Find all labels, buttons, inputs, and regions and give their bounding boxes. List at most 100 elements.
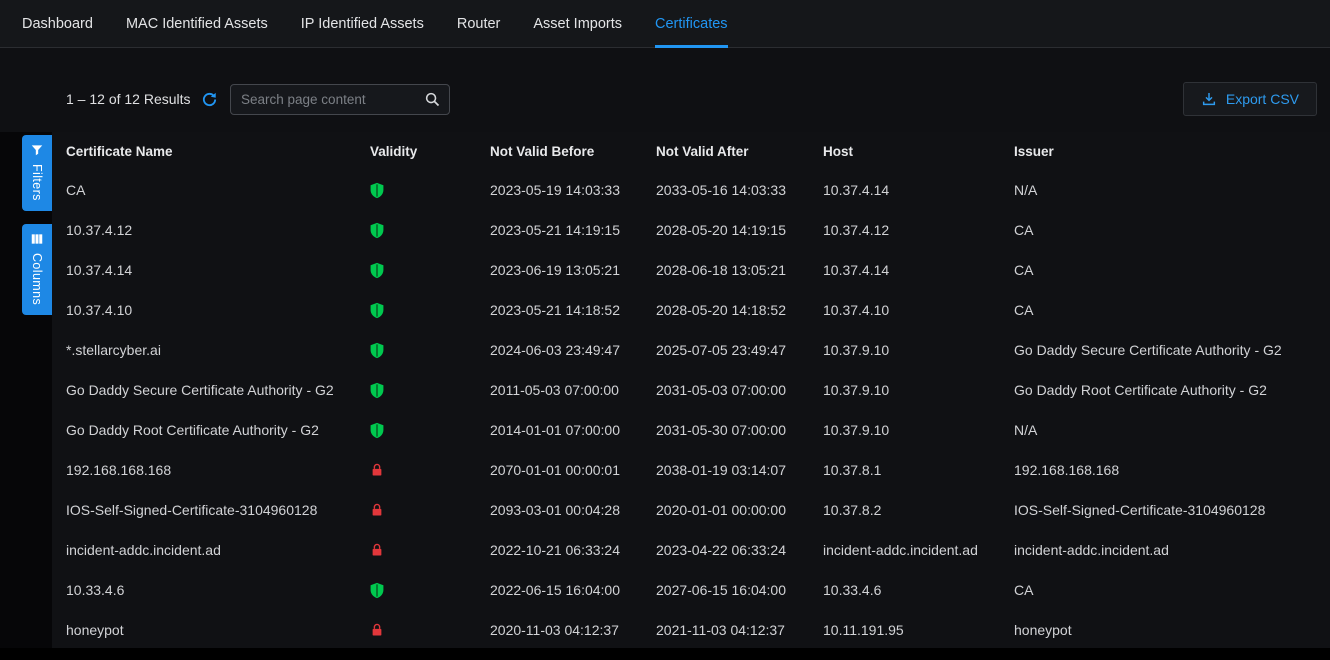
tab-asset-imports[interactable]: Asset Imports xyxy=(533,0,622,48)
host-cell: 10.37.4.14 xyxy=(823,182,1014,198)
column-header-issuer: Issuer xyxy=(1014,144,1330,159)
table-row[interactable]: 10.37.4.14 2023-06-19 13:05:212028-06-18 … xyxy=(52,250,1330,290)
filters-tab[interactable]: Filters xyxy=(22,135,52,211)
column-header-not-valid-after: Not Valid After xyxy=(656,144,823,159)
column-header-certificate-name: Certificate Name xyxy=(66,144,370,159)
column-header-validity: Validity xyxy=(370,144,490,159)
valid-shield-icon xyxy=(370,182,490,199)
column-header-host: Host xyxy=(823,144,1014,159)
export-csv-button[interactable]: Export CSV xyxy=(1183,82,1317,116)
tab-router[interactable]: Router xyxy=(457,0,501,48)
table-row[interactable]: IOS-Self-Signed-Certificate-3104960128 20… xyxy=(52,490,1330,530)
invalid-lock-icon xyxy=(370,502,490,518)
not-valid-after-cell: 2023-04-22 06:33:24 xyxy=(656,542,823,558)
issuer-cell: N/A xyxy=(1014,422,1330,438)
bottom-bar xyxy=(0,648,1330,660)
table-row[interactable]: *.stellarcyber.ai 2024-06-03 23:49:472025… xyxy=(52,330,1330,370)
not-valid-after-cell: 2028-06-18 13:05:21 xyxy=(656,262,823,278)
issuer-cell: CA xyxy=(1014,582,1330,598)
invalid-lock-icon xyxy=(370,622,490,638)
not-valid-before-cell: 2023-05-19 14:03:33 xyxy=(490,182,656,198)
not-valid-after-cell: 2033-05-16 14:03:33 xyxy=(656,182,823,198)
issuer-cell: Go Daddy Root Certificate Authority - G2 xyxy=(1014,382,1330,398)
host-cell: 10.37.8.2 xyxy=(823,502,1014,518)
not-valid-after-cell: 2021-11-03 04:12:37 xyxy=(656,622,823,638)
issuer-cell: 192.168.168.168 xyxy=(1014,462,1330,478)
refresh-icon[interactable] xyxy=(201,90,219,108)
host-cell: incident-addc.incident.ad xyxy=(823,542,1014,558)
certificates-table: Certificate Name Validity Not Valid Befo… xyxy=(52,132,1330,648)
issuer-cell: CA xyxy=(1014,302,1330,318)
issuer-cell: CA xyxy=(1014,222,1330,238)
not-valid-before-cell: 2023-05-21 14:19:15 xyxy=(490,222,656,238)
results-count: 1 – 12 of 12 Results xyxy=(66,91,191,107)
table-row[interactable]: Go Daddy Root Certificate Authority - G2… xyxy=(52,410,1330,450)
certificate-name-cell: 10.37.4.14 xyxy=(66,262,370,278)
certificate-name-cell: IOS-Self-Signed-Certificate-3104960128 xyxy=(66,502,370,518)
host-cell: 10.33.4.6 xyxy=(823,582,1014,598)
table-row[interactable]: 10.33.4.6 2022-06-15 16:04:002027-06-15 1… xyxy=(52,570,1330,610)
not-valid-before-cell: 2022-10-21 06:33:24 xyxy=(490,542,656,558)
not-valid-before-cell: 2023-06-19 13:05:21 xyxy=(490,262,656,278)
issuer-cell: incident-addc.incident.ad xyxy=(1014,542,1330,558)
certificate-name-cell: *.stellarcyber.ai xyxy=(66,342,370,358)
table-row[interactable]: 192.168.168.168 2070-01-01 00:00:012038-0… xyxy=(52,450,1330,490)
tab-mac-identified-assets[interactable]: MAC Identified Assets xyxy=(126,0,268,48)
search-input[interactable] xyxy=(230,84,450,115)
export-csv-label: Export CSV xyxy=(1226,91,1299,107)
certificate-name-cell: CA xyxy=(66,182,370,198)
issuer-cell: CA xyxy=(1014,262,1330,278)
search-container xyxy=(230,84,450,115)
table-row[interactable]: Go Daddy Secure Certificate Authority - … xyxy=(52,370,1330,410)
tab-dashboard[interactable]: Dashboard xyxy=(22,0,93,48)
not-valid-after-cell: 2027-06-15 16:04:00 xyxy=(656,582,823,598)
not-valid-before-cell: 2070-01-01 00:00:01 xyxy=(490,462,656,478)
table-row[interactable]: 10.37.4.12 2023-05-21 14:19:152028-05-20 … xyxy=(52,210,1330,250)
not-valid-before-cell: 2022-06-15 16:04:00 xyxy=(490,582,656,598)
issuer-cell: honeypot xyxy=(1014,622,1330,638)
host-cell: 10.37.8.1 xyxy=(823,462,1014,478)
issuer-cell: Go Daddy Secure Certificate Authority - … xyxy=(1014,342,1330,358)
tab-certificates[interactable]: Certificates xyxy=(655,0,728,48)
not-valid-after-cell: 2020-01-01 00:00:00 xyxy=(656,502,823,518)
table-row[interactable]: incident-addc.incident.ad 2022-10-21 06:3… xyxy=(52,530,1330,570)
certificate-name-cell: Go Daddy Root Certificate Authority - G2 xyxy=(66,422,370,438)
valid-shield-icon xyxy=(370,222,490,239)
host-cell: 10.37.4.14 xyxy=(823,262,1014,278)
valid-shield-icon xyxy=(370,382,490,399)
host-cell: 10.37.9.10 xyxy=(823,382,1014,398)
not-valid-after-cell: 2031-05-03 07:00:00 xyxy=(656,382,823,398)
host-cell: 10.37.4.12 xyxy=(823,222,1014,238)
invalid-lock-icon xyxy=(370,462,490,478)
not-valid-after-cell: 2025-07-05 23:49:47 xyxy=(656,342,823,358)
search-icon[interactable] xyxy=(424,91,441,108)
invalid-lock-icon xyxy=(370,542,490,558)
tab-ip-identified-assets[interactable]: IP Identified Assets xyxy=(301,0,424,48)
certificate-name-cell: 10.37.4.12 xyxy=(66,222,370,238)
side-tabs: Filters Columns xyxy=(22,135,52,315)
not-valid-after-cell: 2028-05-20 14:19:15 xyxy=(656,222,823,238)
table-row[interactable]: 10.37.4.102023-05-21 14:18:522028-05-20 … xyxy=(52,290,1330,330)
host-cell: 10.37.9.10 xyxy=(823,422,1014,438)
not-valid-after-cell: 2038-01-19 03:14:07 xyxy=(656,462,823,478)
table-row[interactable]: CA 2023-05-19 14:03:332033-05-16 14:03:33… xyxy=(52,170,1330,210)
not-valid-before-cell: 2024-06-03 23:49:47 xyxy=(490,342,656,358)
not-valid-before-cell: 2093-03-01 00:04:28 xyxy=(490,502,656,518)
table-row[interactable]: honeypot 2020-11-03 04:12:372021-11-03 04… xyxy=(52,610,1330,648)
certificate-name-cell: 10.37.4.10 xyxy=(66,302,370,318)
not-valid-before-cell: 2020-11-03 04:12:37 xyxy=(490,622,656,638)
top-nav: Dashboard MAC Identified Assets IP Ident… xyxy=(0,0,1330,48)
not-valid-before-cell: 2014-01-01 07:00:00 xyxy=(490,422,656,438)
certificate-name-cell: 10.33.4.6 xyxy=(66,582,370,598)
not-valid-after-cell: 2031-05-30 07:00:00 xyxy=(656,422,823,438)
filters-tab-label: Filters xyxy=(30,164,44,201)
table-header-row: Certificate Name Validity Not Valid Befo… xyxy=(52,132,1330,170)
certificate-name-cell: incident-addc.incident.ad xyxy=(66,542,370,558)
host-cell: 10.37.9.10 xyxy=(823,342,1014,358)
columns-tab-label: Columns xyxy=(30,253,44,305)
valid-shield-icon xyxy=(370,582,490,599)
valid-shield-icon xyxy=(370,422,490,439)
columns-tab[interactable]: Columns xyxy=(22,224,52,315)
certificate-name-cell: honeypot xyxy=(66,622,370,638)
results-row: 1 – 12 of 12 Results xyxy=(66,90,219,108)
